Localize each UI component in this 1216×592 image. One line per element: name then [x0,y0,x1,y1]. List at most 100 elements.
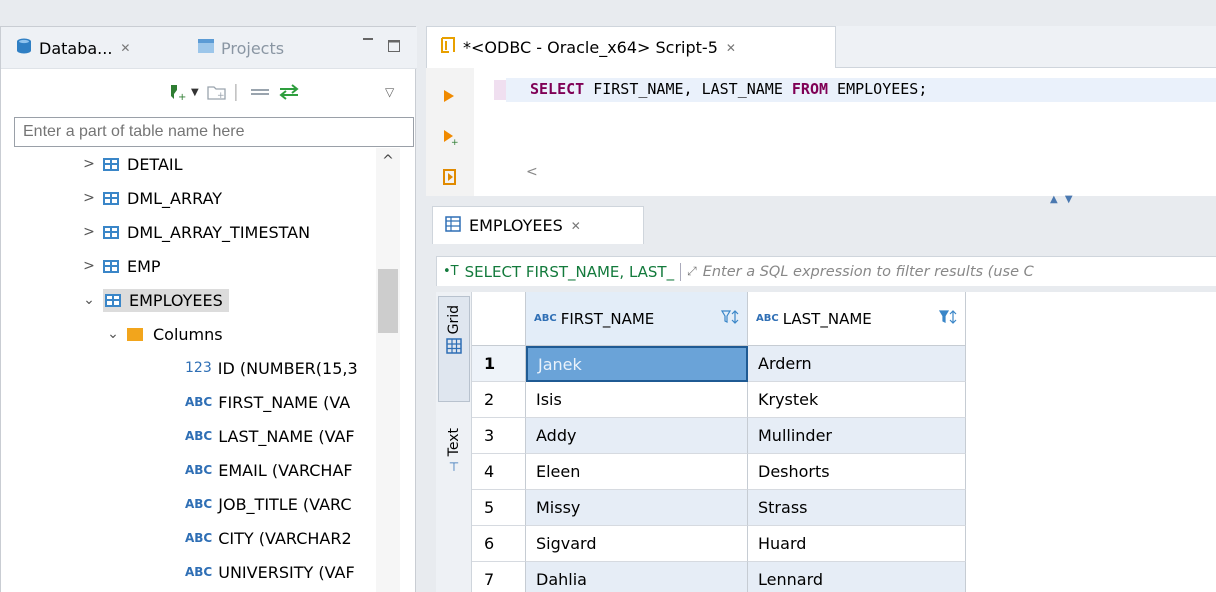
grid-cell[interactable]: Eleen [526,454,748,490]
string-type-icon: ABC [756,313,779,324]
grid-cell[interactable]: Ardern [748,346,966,382]
navigator-toolbar: + ▼ + | ▽ [1,77,417,107]
tree-item-columns[interactable]: ⌄ Columns [15,318,391,350]
close-icon[interactable]: ✕ [726,41,736,55]
editor-tab-bar: *<ODBC - Oracle_x64> Script-5 ✕ [426,26,1216,68]
view-menu-icon[interactable]: ▽ [385,81,394,103]
execute-in-new-tab-icon[interactable]: + [442,128,459,150]
row-number[interactable]: 1 [472,346,526,382]
tree-item-column[interactable]: ABC UNIVERSITY (VAF [15,556,391,588]
tab-projects[interactable]: Projects [197,35,284,61]
tree-item-column[interactable]: ABC CITY (VARCHAR2 [15,522,391,554]
grid-cell[interactable]: Dahlia [526,562,748,592]
execute-statement-icon[interactable] [442,88,456,108]
navigator-tab-bar: Databa... ✕ Projects [1,27,417,69]
close-icon[interactable]: ✕ [571,219,581,233]
grid-cell[interactable]: Janek [526,346,748,382]
results-tab-label: EMPLOYEES [469,216,563,235]
grid-cell[interactable]: Mullinder [748,418,966,454]
grid-cell[interactable]: Lennard [748,562,966,592]
new-folder-icon[interactable]: + [207,81,227,103]
tree-item-column[interactable]: 123 ID (NUMBER(15,3 [15,352,391,384]
table-row[interactable]: 1 Janek Ardern [472,346,1216,382]
table-row[interactable]: 3 Addy Mullinder [472,418,1216,454]
table-icon [103,225,119,239]
tree-item-employees[interactable]: ⌄ EMPLOYEES [15,284,391,316]
sort-filter-icon[interactable] [938,309,959,329]
tree-item-column[interactable]: ABC FIRST_NAME (VA [15,386,391,418]
tree-item-emp[interactable]: > EMP [15,250,391,282]
database-navigator-panel: Databa... ✕ Projects + ▼ + | ▽ Enter a p… [0,26,417,592]
tree-item-column[interactable]: ABC LAST_NAME (VAF [15,420,391,452]
tab-projects-label: Projects [221,38,285,58]
grid-cell[interactable]: Strass [748,490,966,526]
chevron-down-icon[interactable]: ▼ [191,81,199,103]
grid-cell[interactable]: Isis [526,382,748,418]
chevron-right-icon[interactable]: > [81,258,97,274]
tab-script-5[interactable]: *<ODBC - Oracle_x64> Script-5 ✕ [426,26,836,68]
database-icon [15,38,33,58]
tree-item-dml-array[interactable]: > DML_ARRAY [15,182,391,214]
row-number[interactable]: 2 [472,382,526,418]
projects-icon [197,38,215,58]
execute-script-icon[interactable] [442,168,458,190]
column-header-first-name[interactable]: ABC FIRST_NAME [526,292,748,346]
string-type-icon: ABC [534,313,557,324]
column-header-last-name[interactable]: ABC LAST_NAME [748,292,966,346]
grid-cell[interactable]: Sigvard [526,526,748,562]
table-row[interactable]: 4 Eleen Deshorts [472,454,1216,490]
tree-item-label: FIRST_NAME (VA [218,392,351,412]
grid-cell[interactable]: Missy [526,490,748,526]
collapse-all-icon[interactable] [249,81,271,103]
column-header-label: LAST_NAME [782,309,872,328]
table-row[interactable]: 6 Sigvard Huard [472,526,1216,562]
grid-cell[interactable]: Addy [526,418,748,454]
grid-cell[interactable]: Deshorts [748,454,966,490]
table-row[interactable]: 7 Dahlia Lennard [472,562,1216,592]
row-number[interactable]: 6 [472,526,526,562]
table-row[interactable]: 2 Isis Krystek [472,382,1216,418]
tree-item-column[interactable]: ABC JOB_TITLE (VARC [15,488,391,520]
sort-filter-icon[interactable] [720,309,741,329]
string-type-icon: ABC [185,531,213,545]
chevron-right-icon[interactable]: > [81,156,97,172]
table-search-input[interactable] [14,117,414,147]
tree-item-label: CITY (VARCHAR2 [218,528,352,548]
svg-text:+: + [451,138,458,146]
horizontal-scroll-left[interactable]: < [526,164,538,180]
row-number[interactable]: 4 [472,454,526,490]
sql-editor[interactable]: + SELECT FIRST_NAME, LAST_NAME FROM EMPL… [426,68,1216,196]
maximize-icon[interactable] [387,35,401,57]
maximize-restore-icon[interactable]: ▲ ▼ [1050,194,1075,205]
tab-database-navigator[interactable]: Databa... ✕ [15,35,130,61]
new-connection-icon[interactable]: + [167,81,187,103]
sql-code[interactable]: SELECT FIRST_NAME, LAST_NAME FROM EMPLOY… [530,80,927,98]
grid-cell[interactable]: Krystek [748,382,966,418]
row-number[interactable]: 5 [472,490,526,526]
tree-scrollbar[interactable] [376,148,400,592]
expand-icon[interactable]: ⤢ [681,264,697,279]
filter-input[interactable]: Enter a SQL expression to filter results… [697,264,1034,280]
grid-cell[interactable]: Huard [748,526,966,562]
row-number[interactable]: 3 [472,418,526,454]
tree-scrollbar-thumb[interactable] [378,269,398,333]
chevron-up-icon[interactable]: ^ [376,153,400,169]
minimize-icon[interactable] [361,31,375,53]
tree-item-dml-array-timestamp[interactable]: > DML_ARRAY_TIMESTAN [15,216,391,248]
grid-icon [446,338,462,358]
link-with-editor-icon[interactable] [277,81,301,103]
tab-text[interactable]: Text ⊤ [438,420,470,500]
tree-item-column[interactable]: ABC EMAIL (VARCHAF [15,454,391,486]
row-number[interactable]: 7 [472,562,526,592]
filter-query-text[interactable]: SELECT FIRST_NAME, LAST_ [459,262,682,281]
chevron-right-icon[interactable]: > [81,224,97,240]
tab-grid[interactable]: Grid [438,296,470,402]
table-row[interactable]: 5 Missy Strass [472,490,1216,526]
tab-employees-results[interactable]: EMPLOYEES ✕ [432,206,644,244]
chevron-down-icon[interactable]: ⌄ [81,292,97,308]
close-icon[interactable]: ✕ [120,41,130,55]
results-grid[interactable]: ABC FIRST_NAME ABC LAST_NAME 1 Janek Ard… [472,292,1216,592]
chevron-down-icon[interactable]: ⌄ [105,326,121,342]
tree-item-detail[interactable]: > DETAIL [15,148,391,180]
chevron-right-icon[interactable]: > [81,190,97,206]
